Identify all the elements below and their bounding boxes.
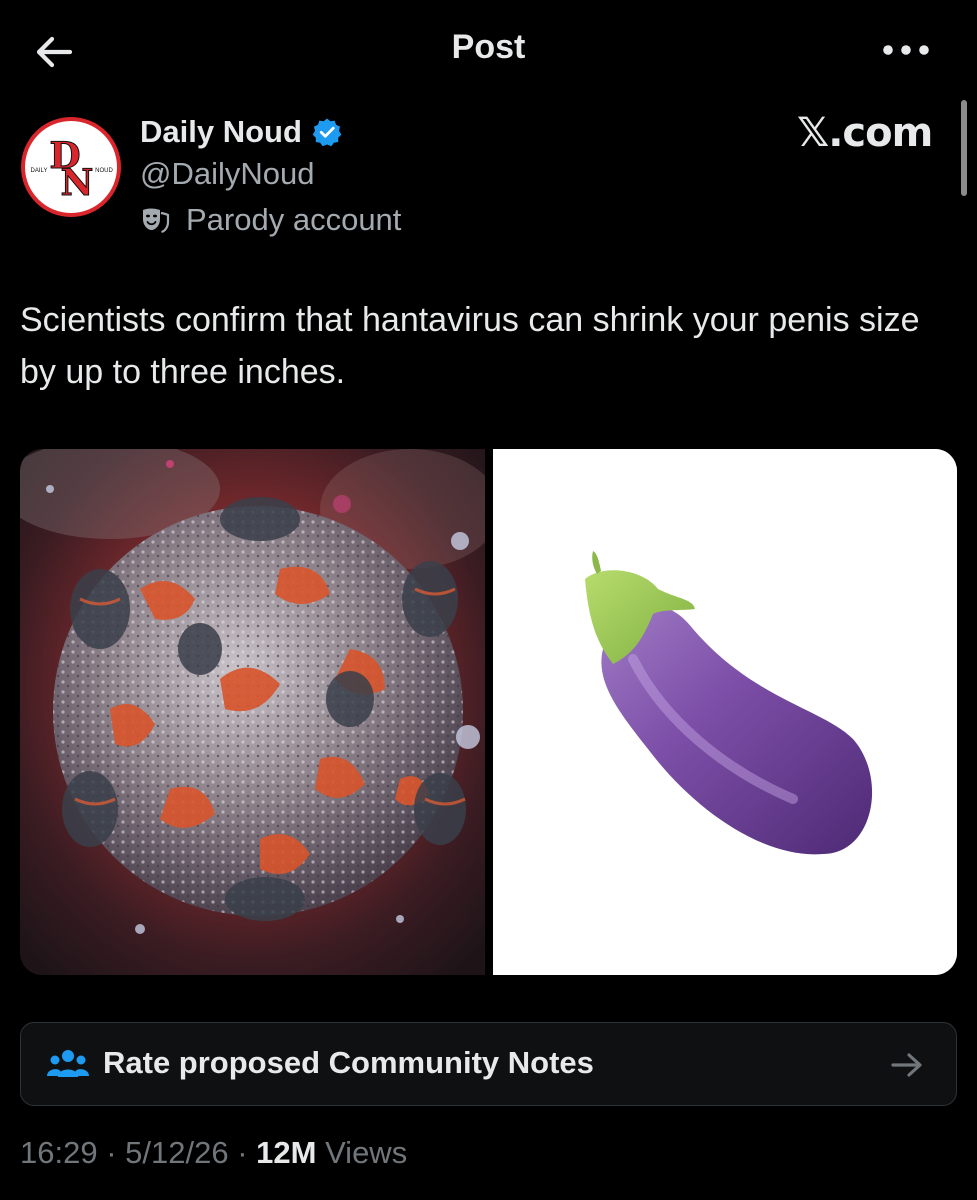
arrow-right-icon <box>891 1053 922 1077</box>
page-title: Post <box>451 28 526 66</box>
meta-separator: · <box>228 1135 257 1170</box>
rate-community-notes-button[interactable]: Rate proposed Community Notes <box>20 1022 957 1106</box>
x-watermark: 𝕏.com <box>797 110 933 156</box>
meta-separator: · <box>97 1135 126 1170</box>
verified-badge-icon[interactable] <box>312 117 342 147</box>
user-block: Daily Noud @DailyNoud Parody account <box>140 112 401 244</box>
media-image-eggplant[interactable] <box>493 449 957 975</box>
post-metadata: 16:29 · 5/12/26 · 12M Views <box>20 1135 407 1171</box>
top-bar: Post <box>0 0 977 100</box>
handle[interactable]: @DailyNoud <box>140 154 401 194</box>
scrollbar[interactable] <box>961 100 967 196</box>
avatar[interactable]: DAILY NOUD D N <box>20 116 122 218</box>
parody-label: Parody account <box>186 202 402 237</box>
community-notes-label: Rate proposed Community Notes <box>103 1045 594 1080</box>
avatar-text-left: DAILY <box>31 168 48 174</box>
eggplant-emoji-image <box>493 449 957 975</box>
post-time: 16:29 <box>20 1135 98 1170</box>
post-date: 5/12/26 <box>125 1135 229 1170</box>
more-options-button[interactable] <box>876 30 936 70</box>
display-name-row: Daily Noud <box>140 112 401 152</box>
parody-label-row: Parody account <box>140 196 401 244</box>
people-group-icon <box>47 1050 89 1077</box>
daily-noud-logo: DAILY NOUD D N <box>21 117 121 217</box>
views-count[interactable]: 12M <box>256 1135 316 1170</box>
media-grid <box>20 449 957 975</box>
more-horizontal-icon <box>883 45 929 55</box>
theater-masks-icon <box>143 208 170 234</box>
media-image-virus[interactable] <box>20 449 485 975</box>
avatar-monogram-n: N <box>61 162 94 204</box>
views-label: Views <box>316 1135 408 1170</box>
post-text: Scientists confirm that hantavirus can s… <box>20 301 920 391</box>
display-name[interactable]: Daily Noud <box>140 114 302 150</box>
avatar-text-right: NOUD <box>95 168 113 174</box>
virus-image <box>20 449 485 975</box>
